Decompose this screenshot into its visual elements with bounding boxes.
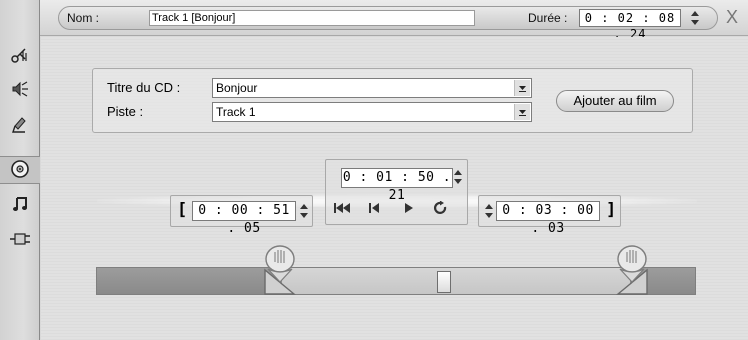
track-dropdown-arrow[interactable] [514,104,530,120]
audio-scissors-button[interactable] [4,42,36,70]
skip-back-icon [369,202,381,216]
out-point-timecode[interactable]: 0 : 03 : 00 . 03 [496,201,600,236]
rewind-icon [334,202,352,216]
cd-title-select[interactable]: Bonjour [212,78,532,98]
play-button[interactable] [398,200,420,218]
position-timecode[interactable]: 0 : 01 : 50 . 21 [341,168,453,203]
music-note-icon [10,194,30,217]
in-bracket: [ [177,200,188,220]
cd-info-group: Titre du CD : Bonjour Piste : Track 1 Aj… [92,68,693,133]
plugin-button[interactable] [4,226,36,254]
duration-label: Durée : [528,11,568,25]
rewind-button[interactable] [332,200,354,218]
in-point-stepper[interactable] [298,202,310,220]
go-to-start-button[interactable] [364,200,386,218]
loop-icon [433,200,449,218]
add-to-movie-button[interactable]: Ajouter au film [556,90,674,112]
tool-sidebar [0,0,40,340]
out-point-stepper[interactable] [483,202,495,220]
cd-audio-panel: Titre du CD : Bonjour Piste : Track 1 Aj… [41,37,748,340]
out-point-group: 0 : 03 : 00 . 03 ] [478,195,621,236]
track-label: Piste : [107,104,144,119]
duration-stepper[interactable] [689,9,701,27]
clip-name-field[interactable]: Track 1 [Bonjour] [149,10,475,26]
in-point-timecode[interactable]: 0 : 00 : 51 . 05 [192,201,296,236]
chevron-down-icon [518,79,527,97]
track-value: Track 1 [216,105,256,119]
loop-button[interactable] [430,200,452,218]
cd-icon [10,159,30,182]
music-button[interactable] [4,191,36,219]
playback-controls-group: 0 : 01 : 50 . 21 [325,159,468,225]
out-bracket: ] [606,200,617,220]
name-label: Nom : [67,11,100,25]
plug-icon [9,229,31,252]
trim-selection [282,268,630,294]
duration-field[interactable]: 0 : 02 : 08 . 24 [579,9,681,41]
volume-button[interactable] [4,76,36,104]
in-point-trim-handle[interactable] [262,242,298,300]
cd-title-value: Bonjour [216,81,258,95]
out-point-trim-handle[interactable] [614,242,650,300]
cd-title-label: Titre du CD : [107,80,181,95]
cd-audio-button[interactable] [0,156,40,184]
microphone-icon [10,115,30,138]
close-icon: X [725,7,738,27]
position-stepper[interactable] [452,168,464,186]
track-select[interactable]: Track 1 [212,102,532,122]
header-bar: Nom : Track 1 [Bonjour] Durée : 0 : 02 :… [58,6,718,41]
close-button[interactable]: X [721,6,743,28]
play-icon [404,202,414,216]
cd-title-dropdown-arrow[interactable] [514,80,530,96]
voiceover-button[interactable] [4,112,36,140]
speaker-icon [10,79,30,102]
trim-handle-icon [262,245,298,303]
trim-handle-icon [614,245,650,303]
clip-header: Nom : Track 1 [Bonjour] Durée : 0 : 02 :… [40,0,748,41]
chevron-down-icon [518,103,527,121]
in-point-group: [ 0 : 00 : 51 . 05 [170,195,313,236]
playhead-handle[interactable] [437,271,451,293]
audio-scissors-icon [10,45,30,68]
